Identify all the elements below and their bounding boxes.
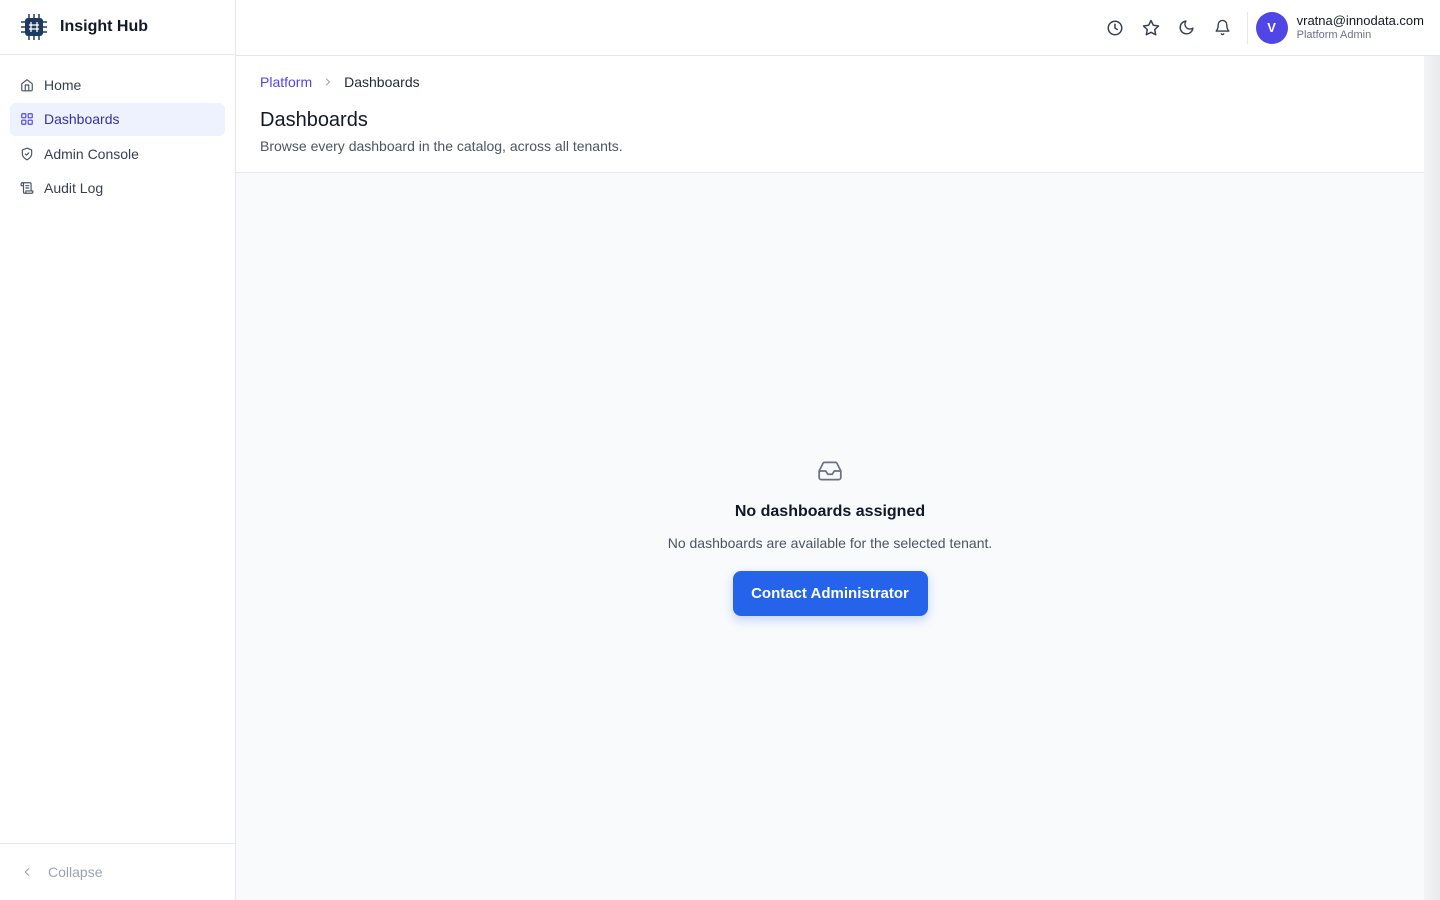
sidebar-item-label: Dashboards [44, 111, 120, 127]
avatar[interactable]: V [1255, 11, 1288, 44]
brand-name: Insight Hub [60, 18, 148, 35]
inbox-icon [817, 458, 843, 489]
chevron-left-icon [20, 865, 34, 879]
sidebar-nav: Home Dashboards Admin Console Audit Log [0, 55, 235, 205]
sidebar-item-label: Audit Log [44, 180, 104, 196]
bell-icon[interactable] [1205, 10, 1241, 46]
sidebar-item-audit-log[interactable]: Audit Log [10, 172, 225, 205]
scroll-icon [20, 181, 34, 195]
user-role: Platform Admin [1296, 29, 1372, 42]
star-icon[interactable] [1133, 10, 1169, 46]
history-icon[interactable] [1097, 10, 1133, 46]
brand[interactable]: Insight Hub [0, 0, 235, 55]
grid-icon [20, 112, 34, 126]
home-icon [20, 78, 34, 92]
user-email: vratna@innodata.com [1296, 12, 1424, 28]
page-title: Dashboards [260, 109, 368, 131]
sidebar-item-dashboards[interactable]: Dashboards [10, 102, 225, 136]
breadcrumb-platform-link[interactable]: Platform [260, 74, 312, 90]
page-header: Platform Dashboards Dashboards Browse ev… [236, 56, 1424, 173]
sidebar-item-admin-console[interactable]: Admin Console [10, 137, 225, 170]
header-actions: V vratna@innodata.com Platform Admin [1097, 0, 1424, 55]
scroll-shadow [1424, 56, 1440, 900]
empty-state: No dashboards assigned No dashboards are… [236, 458, 1424, 616]
sidebar-item-home[interactable]: Home [10, 68, 225, 101]
chip-logo-icon [21, 14, 47, 40]
sidebar-item-label: Admin Console [44, 145, 139, 162]
chevron-right-icon [322, 76, 334, 88]
main-content: Platform Dashboards Dashboards Browse ev… [236, 56, 1424, 900]
empty-state-title: No dashboards assigned [734, 503, 926, 520]
empty-state-message: No dashboards are available for the sele… [667, 535, 993, 551]
page-subtitle: Browse every dashboard in the catalog, a… [260, 138, 623, 154]
sidebar: Insight Hub Home Dashboards Admin Consol… [0, 0, 236, 900]
user-menu[interactable]: vratna@innodata.com Platform Admin [1296, 12, 1424, 42]
sidebar-item-label: Home [44, 76, 82, 93]
breadcrumb-current: Dashboards [344, 74, 420, 90]
moon-icon[interactable] [1169, 10, 1205, 46]
header-divider [1246, 11, 1248, 44]
collapse-label: Collapse [48, 864, 103, 880]
breadcrumb: Platform Dashboards [260, 73, 1400, 91]
contact-administrator-button[interactable]: Contact Administrator [732, 571, 928, 616]
top-bar: V vratna@innodata.com Platform Admin [236, 0, 1440, 56]
collapse-button[interactable]: Collapse [0, 843, 235, 900]
shield-check-icon [20, 147, 34, 161]
